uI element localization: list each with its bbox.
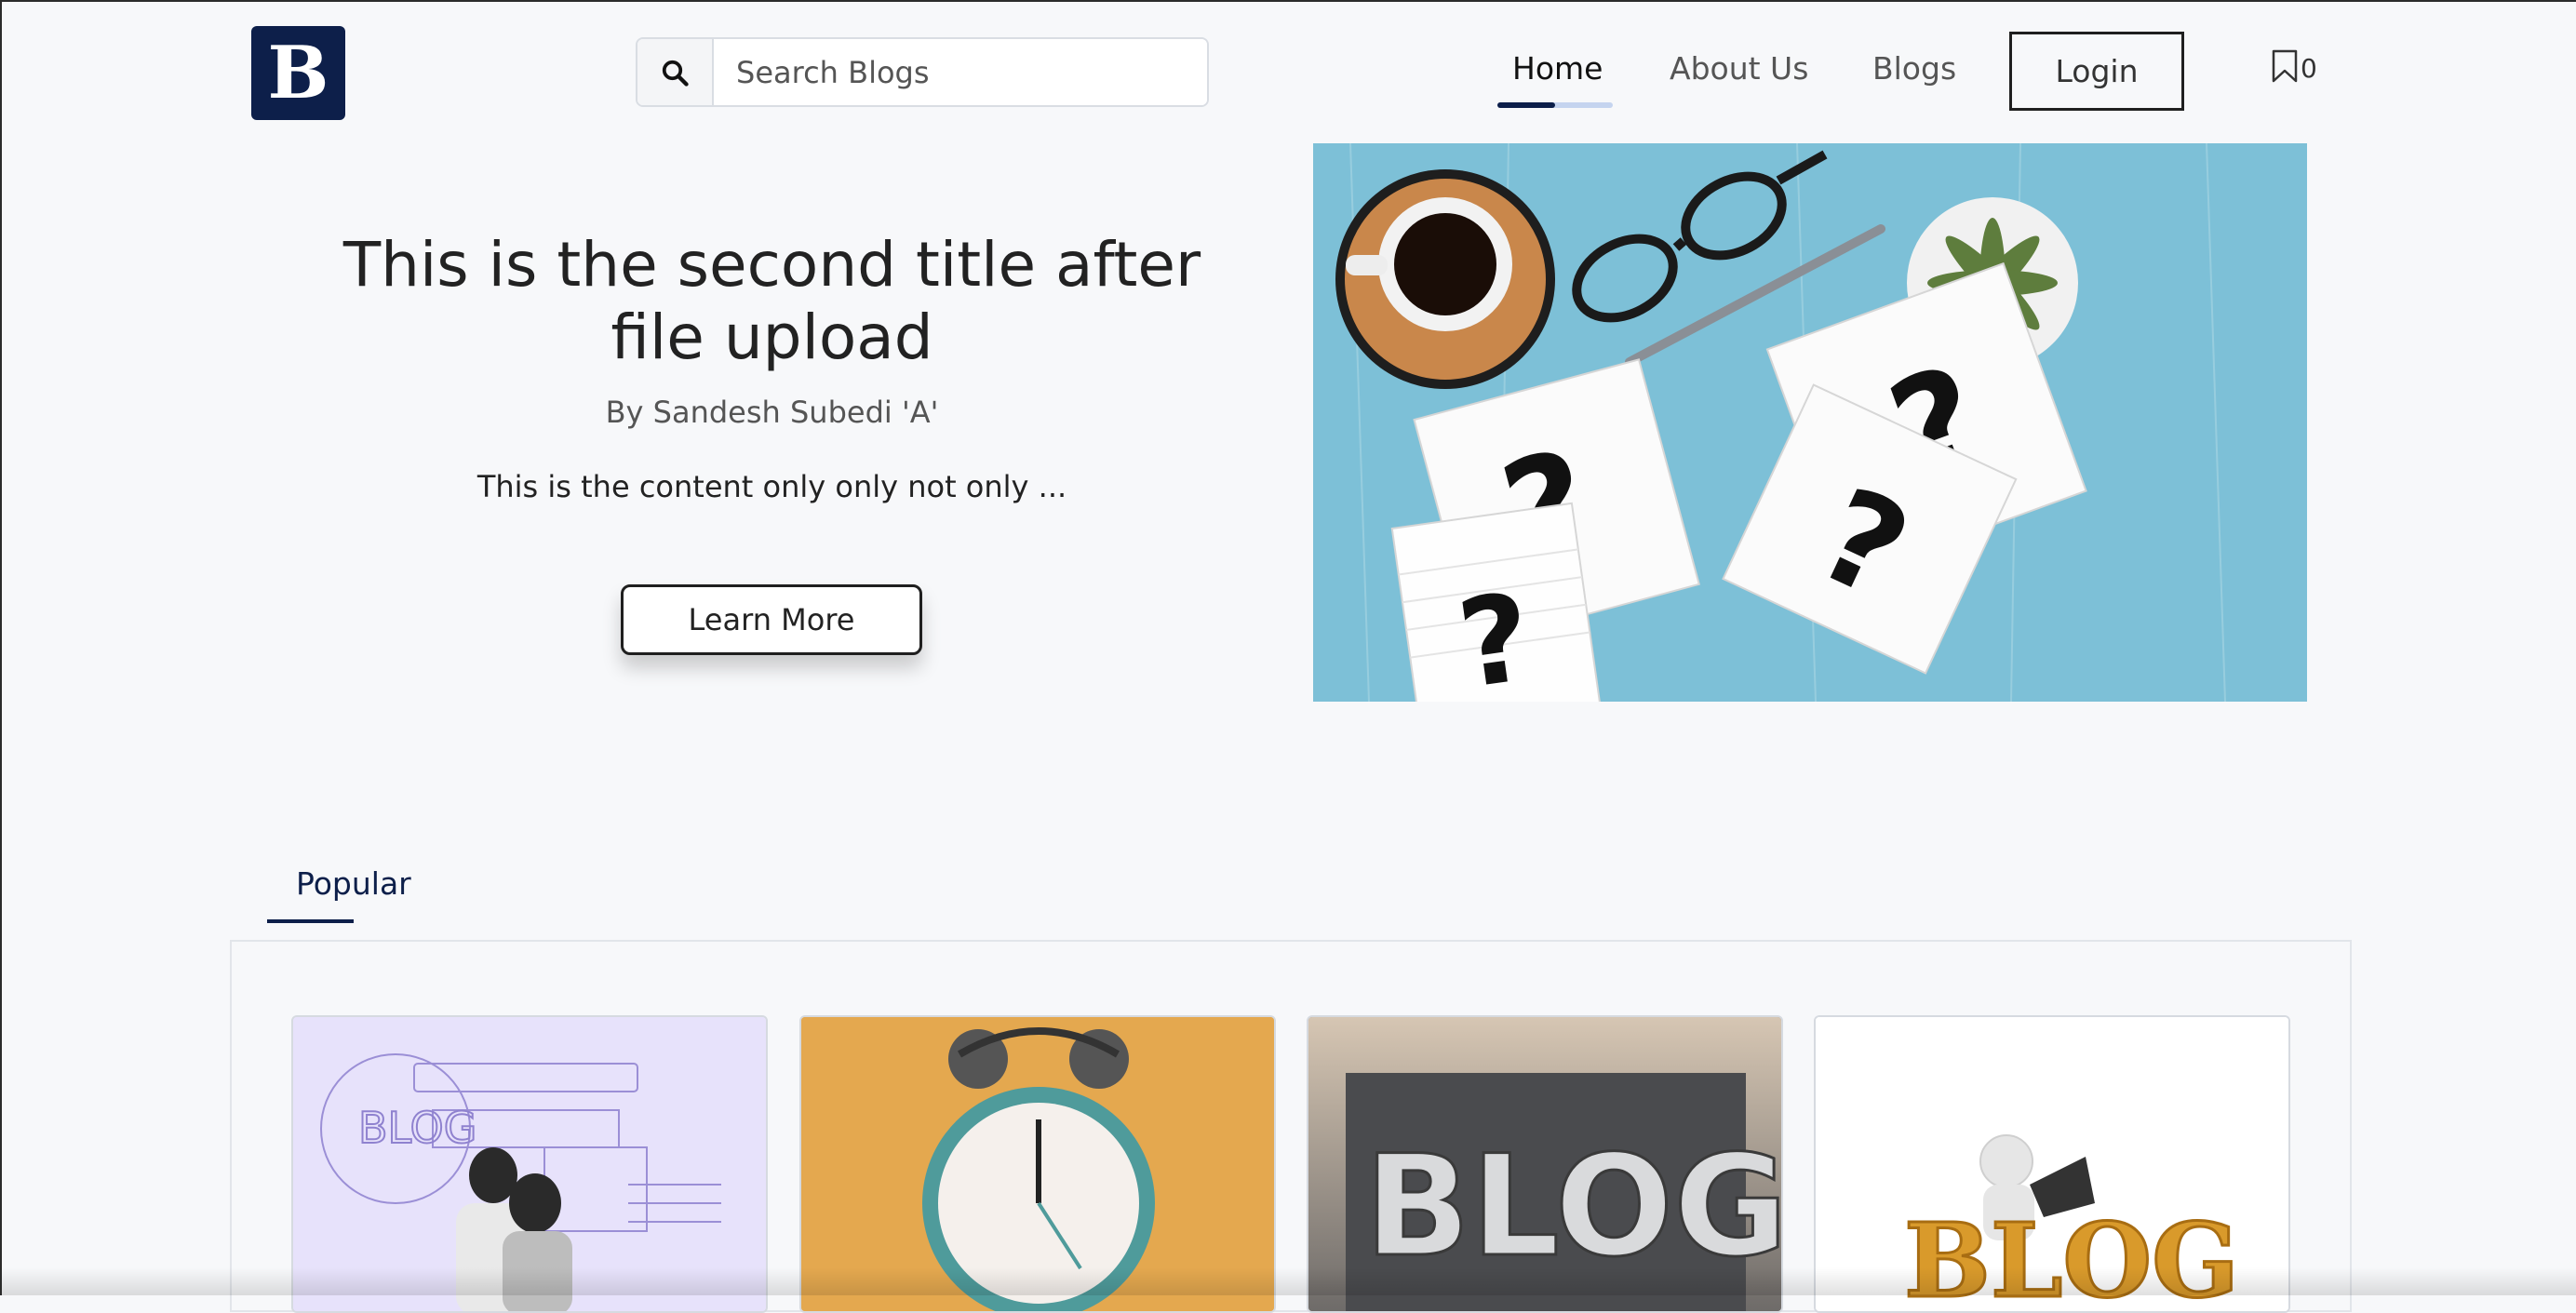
learn-more-button[interactable]: Learn More <box>621 584 922 655</box>
card1-blog-text: BLOG <box>358 1103 476 1153</box>
tab-popular-underline <box>267 919 354 923</box>
nav-about-us[interactable]: About Us <box>1670 50 1808 87</box>
login-button[interactable]: Login <box>2009 32 2184 111</box>
nav-home[interactable]: Home <box>1512 50 1603 87</box>
home-underline-active <box>1497 102 1555 108</box>
search-button[interactable] <box>637 39 714 105</box>
bookmark-count: 0 <box>2301 53 2317 84</box>
tab-popular[interactable]: Popular <box>296 865 411 902</box>
hero-author: By Sandesh Subedi 'A' <box>605 395 939 430</box>
site-logo[interactable]: B <box>251 26 345 120</box>
bottom-shade <box>2 1267 2576 1295</box>
card4-blog-text: BLOG <box>1904 1200 2239 1313</box>
hero-image: ? ? ? ? <box>1313 143 2307 702</box>
bookmark-button[interactable]: 0 <box>2271 48 2317 84</box>
hero-title: This is the second title after file uplo… <box>342 229 1201 373</box>
hero-excerpt: This is the content only only not only .… <box>476 469 1067 504</box>
window-top-border <box>2 0 2576 2</box>
nav-blogs[interactable]: Blogs <box>1872 50 1956 87</box>
bookmark-icon <box>2272 49 2298 83</box>
search-bar <box>636 37 1209 107</box>
search-input[interactable] <box>714 39 1207 105</box>
search-icon <box>662 60 689 87</box>
card3-blog-text: BLOG <box>1364 1126 1783 1288</box>
